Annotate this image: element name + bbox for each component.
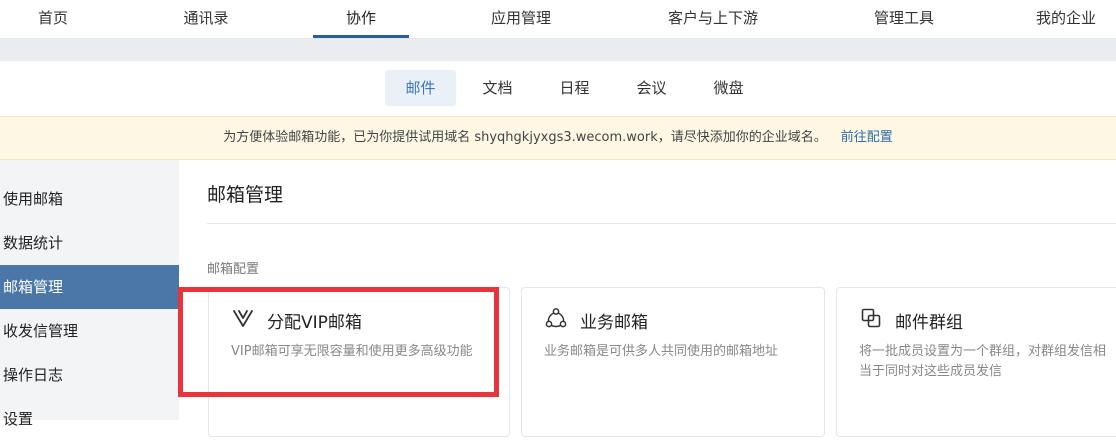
- card-title: 业务邮箱: [580, 313, 648, 333]
- sidebar-item-mailbox-management[interactable]: 邮箱管理: [0, 265, 179, 309]
- nav-contacts[interactable]: 通讯录: [163, 0, 249, 38]
- header-separator: [0, 39, 1116, 61]
- card-description: 将一批成员设置为一个群组，对群组发信相当于同时对这些成员发信: [859, 344, 1107, 379]
- active-tab-underline: [313, 35, 409, 38]
- nav-home[interactable]: 首页: [10, 0, 96, 38]
- nav-customers-partners[interactable]: 客户与上下游: [651, 0, 775, 38]
- main-content: 邮箱管理 邮箱配置 分配VIP邮箱 VIP邮箱可享无限容量和使用更多高级功能 业…: [179, 160, 1116, 437]
- card-title: 分配VIP邮箱: [267, 313, 362, 333]
- card-business-mailbox[interactable]: 业务邮箱 业务邮箱是可供多人共同使用的邮箱地址: [521, 287, 825, 437]
- nav-collaboration[interactable]: 协作: [313, 0, 409, 38]
- sidebar-item-settings[interactable]: 设置: [0, 397, 179, 441]
- vip-v-icon: [232, 307, 254, 329]
- group-copy-icon: [860, 307, 882, 329]
- card-title: 邮件群组: [895, 313, 963, 333]
- tab-drive[interactable]: 微盘: [697, 70, 760, 106]
- top-nav: 首页 通讯录 协作 应用管理 客户与上下游 管理工具 我的企业: [0, 0, 1116, 39]
- card-description: VIP邮箱可享无限容量和使用更多高级功能: [231, 344, 473, 359]
- configure-domain-link[interactable]: 前往配置: [841, 130, 893, 145]
- sidebar-item-use-mailbox[interactable]: 使用邮箱: [0, 177, 179, 221]
- share-nodes-icon: [545, 307, 567, 329]
- tab-calendar[interactable]: 日程: [543, 70, 606, 106]
- nav-management-tools[interactable]: 管理工具: [858, 0, 950, 38]
- title-divider: [207, 223, 1116, 224]
- sidebar-item-send-receive[interactable]: 收发信管理: [0, 309, 179, 353]
- tab-meeting[interactable]: 会议: [620, 70, 683, 106]
- sub-tabs: 邮件 文档 日程 会议 微盘: [0, 61, 1116, 116]
- trial-domain-notice: 为方便体验邮箱功能，已为你提供试用域名 shyqhgkjyxgs3.wecom.…: [0, 116, 1116, 160]
- notice-text: 为方便体验邮箱功能，已为你提供试用域名 shyqhgkjyxgs3.wecom.…: [223, 130, 827, 145]
- section-label: 邮箱配置: [207, 262, 260, 277]
- tab-docs[interactable]: 文档: [466, 70, 529, 106]
- card-assign-vip-mailbox[interactable]: 分配VIP邮箱 VIP邮箱可享无限容量和使用更多高级功能: [208, 287, 510, 437]
- card-description: 业务邮箱是可供多人共同使用的邮箱地址: [544, 344, 779, 359]
- page-title: 邮箱管理: [207, 184, 284, 206]
- nav-my-enterprise[interactable]: 我的企业: [1036, 0, 1116, 38]
- card-mail-groups[interactable]: 邮件群组 将一批成员设置为一个群组，对群组发信相当于同时对这些成员发信: [836, 287, 1116, 437]
- sidebar-item-statistics[interactable]: 数据统计: [0, 221, 179, 265]
- sidebar: 使用邮箱 数据统计 邮箱管理 收发信管理 操作日志 设置: [0, 160, 179, 428]
- nav-app-management[interactable]: 应用管理: [476, 0, 566, 38]
- tab-mail[interactable]: 邮件: [385, 70, 456, 106]
- sidebar-item-operation-log[interactable]: 操作日志: [0, 353, 179, 397]
